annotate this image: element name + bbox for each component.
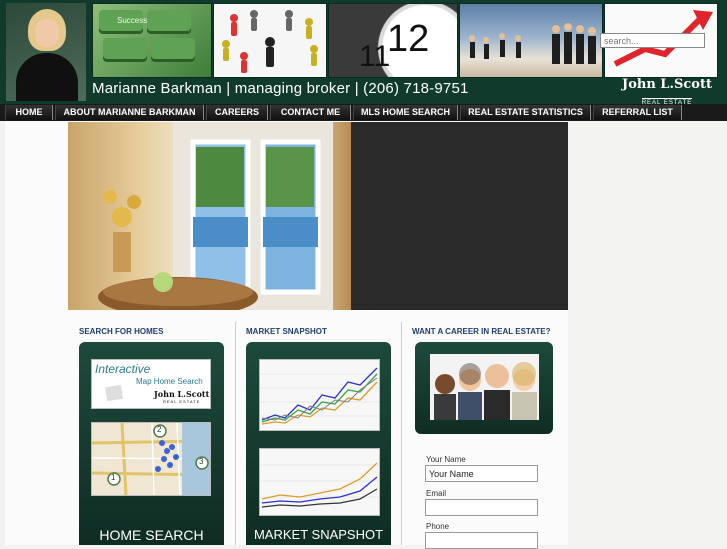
career-title: WANT A CAREER IN REAL ESTATE? bbox=[412, 327, 551, 336]
hero-banner bbox=[68, 122, 568, 310]
right-gutter bbox=[568, 121, 722, 545]
map-search-banner: Interactive Map Home Search John L.Scott… bbox=[91, 359, 211, 409]
map-illustration bbox=[92, 423, 210, 495]
nav-about[interactable]: ABOUT MARIANNE BARKMAN bbox=[55, 105, 204, 120]
clock-image: 12 11 bbox=[328, 3, 458, 78]
market-snapshot-label[interactable]: MARKET SNAPSHOT bbox=[246, 525, 391, 545]
column-divider bbox=[401, 322, 402, 545]
nav-contact[interactable]: CONTACT ME bbox=[270, 105, 351, 120]
john-l-scott-logo[interactable]: John L.Scott REAL ESTATE bbox=[617, 77, 717, 106]
career-team-photo bbox=[430, 354, 539, 420]
keyboard-success-image: Success bbox=[92, 3, 212, 78]
nav-mls-home-search[interactable]: MLS HOME SEARCH bbox=[353, 105, 458, 120]
phone-field[interactable] bbox=[425, 532, 538, 549]
email-label: Email bbox=[426, 489, 447, 498]
map-title-1: Interactive bbox=[95, 362, 151, 376]
column-divider bbox=[235, 322, 236, 545]
map-pin-label: 1 bbox=[111, 473, 116, 482]
map-title-2: Map Home Search bbox=[136, 377, 203, 386]
market-chart-1 bbox=[259, 359, 380, 431]
clock-number-12: 12 bbox=[387, 18, 430, 60]
clock-number-11: 11 bbox=[359, 40, 391, 73]
nav-referral-list[interactable]: REFERRAL LIST bbox=[593, 105, 682, 120]
keyboard-key-label: Success bbox=[117, 16, 148, 25]
people-circle-image bbox=[213, 3, 327, 78]
line-chart-illustration bbox=[260, 367, 379, 425]
market-snapshot-title: MARKET SNAPSHOT bbox=[246, 327, 327, 336]
nav-careers[interactable]: CAREERS bbox=[206, 105, 268, 120]
agent-tagline: Marianne Barkman | managing broker | (20… bbox=[92, 80, 469, 97]
patio-scene-illustration bbox=[98, 122, 333, 310]
map-logo-line2: REAL ESTATE bbox=[162, 399, 201, 404]
nav-real-estate-statistics[interactable]: REAL ESTATE STATISTICS bbox=[460, 105, 591, 120]
runners-illustration bbox=[469, 23, 596, 64]
map-pin-label: 2 bbox=[157, 425, 162, 434]
line-chart-illustration bbox=[260, 462, 379, 508]
hero-photo-patio bbox=[68, 122, 351, 310]
business-runners-image bbox=[459, 3, 603, 78]
phone-label: Phone bbox=[426, 522, 450, 531]
map-thumb-icon bbox=[104, 384, 124, 402]
map-preview: 2 1 3 bbox=[91, 422, 211, 496]
name-field[interactable] bbox=[425, 465, 538, 482]
name-label: Your Name bbox=[426, 455, 466, 464]
main-nav: HOME ABOUT MARIANNE BARKMAN CAREERS CONT… bbox=[0, 104, 727, 121]
logo-line1: John L.Scott bbox=[622, 77, 712, 92]
nav-home[interactable]: HOME bbox=[5, 105, 53, 120]
site-header: Success 12 11 search... Marianne Barkman… bbox=[0, 0, 727, 106]
home-search-panel[interactable]: Interactive Map Home Search John L.Scott… bbox=[79, 342, 224, 545]
market-snapshot-panel[interactable]: MARKET SNAPSHOT bbox=[246, 342, 391, 545]
career-panel[interactable] bbox=[415, 342, 553, 434]
home-search-label[interactable]: HOME SEARCH bbox=[79, 525, 224, 545]
market-chart-2 bbox=[259, 448, 380, 516]
email-field[interactable] bbox=[425, 499, 538, 516]
search-for-homes-title: SEARCH FOR HOMES bbox=[79, 327, 164, 336]
search-input[interactable] bbox=[600, 33, 705, 48]
map-logo: John L.Scott REAL ESTATE bbox=[154, 389, 209, 404]
people-circle-illustration bbox=[222, 10, 318, 73]
map-pin-label: 3 bbox=[199, 457, 204, 466]
team-photo-illustration bbox=[434, 362, 537, 420]
agent-photo bbox=[6, 3, 86, 101]
map-logo-line1: John L.Scott bbox=[154, 389, 210, 399]
